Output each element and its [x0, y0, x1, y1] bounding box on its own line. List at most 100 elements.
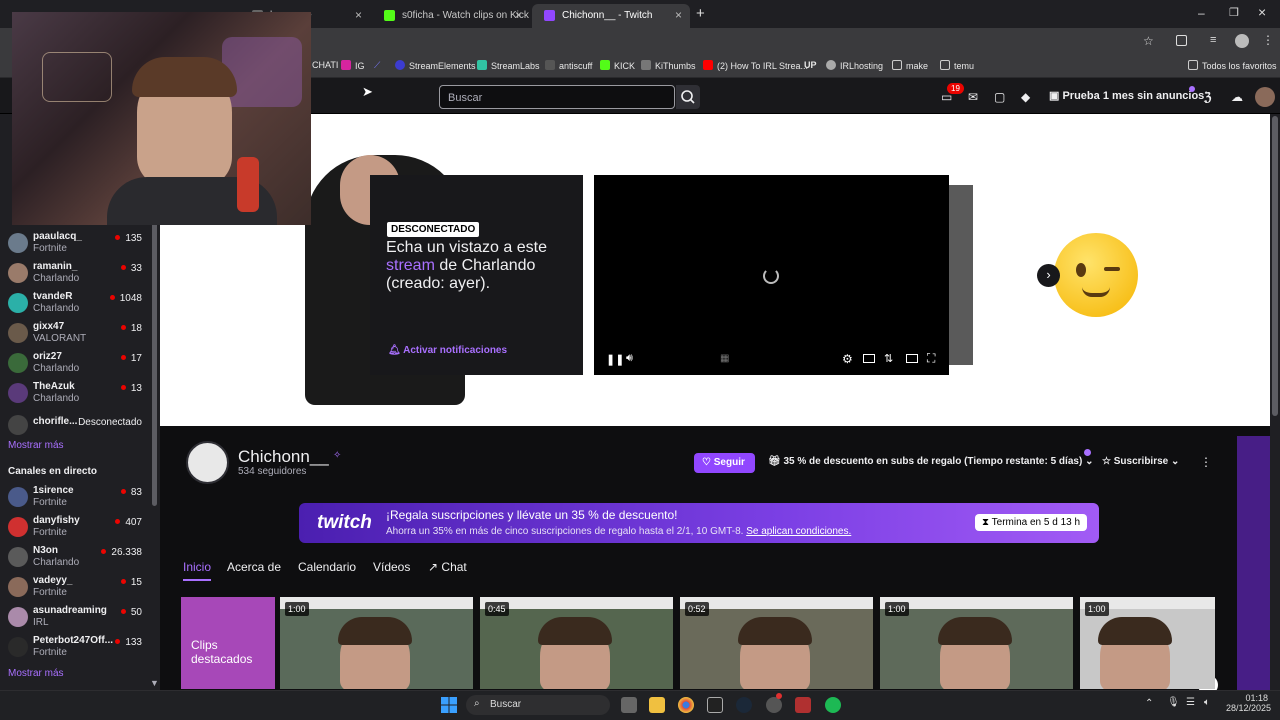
show-more-live[interactable]: Mostrar más: [8, 668, 64, 679]
clip-card[interactable]: 0:52: [680, 597, 873, 689]
clip-icon[interactable]: ⇅: [884, 352, 893, 365]
bookmark-youtube[interactable]: (2) How To IRL Strea...: [703, 60, 808, 71]
browser-tab-twitch[interactable]: Chichonn__ - Twitch ×: [532, 4, 690, 28]
search-button[interactable]: [676, 85, 700, 109]
bookmark-streamlabs[interactable]: StreamLabs: [477, 60, 540, 71]
live-dot: [109, 295, 115, 300]
all-favorites[interactable]: Todos los favoritos: [1188, 60, 1277, 71]
sidebar-channel[interactable]: N3on Charlando 26.338: [0, 544, 150, 574]
streamlabs-app-icon[interactable]: [795, 697, 811, 713]
spotify-icon[interactable]: [825, 697, 841, 713]
sidebar-offline-channel[interactable]: chorifle... Desconectado: [0, 412, 150, 442]
search-input[interactable]: Buscar: [439, 85, 675, 109]
video-player[interactable]: ❚❚ 🔊︎ ▦ ⚙ ⇅ ⛶: [594, 175, 949, 375]
whispers-icon[interactable]: ✉: [968, 90, 978, 104]
bookmark-kick[interactable]: KICK: [600, 60, 635, 71]
channel-name: oriz27: [33, 351, 62, 362]
obs-icon[interactable]: [766, 697, 782, 713]
file-explorer-icon[interactable]: [649, 697, 665, 713]
enable-notifications-button[interactable]: 🔔︎ Activar notificaciones: [388, 345, 507, 356]
channel-avatar[interactable]: [186, 441, 229, 484]
bookmark-ig[interactable]: IG: [341, 60, 365, 71]
bits-icon[interactable]: ◆: [1021, 90, 1030, 104]
microphone-icon[interactable]: 🎙︎: [1167, 697, 1180, 708]
promo-terms-link[interactable]: Se aplican condiciones.: [746, 526, 851, 537]
more-options-icon[interactable]: ⋮: [1200, 455, 1212, 469]
epic-games-icon[interactable]: [707, 697, 723, 713]
pause-icon[interactable]: ❚❚: [606, 353, 624, 366]
new-tab-icon[interactable]: +: [696, 5, 705, 22]
close-tab-icon[interactable]: ×: [515, 8, 522, 22]
bookmark-folder-temu[interactable]: temu: [940, 60, 974, 71]
bookmark-kithumbs[interactable]: KiThumbs: [641, 60, 696, 71]
sidebar-channel[interactable]: asunadreaming IRL 50: [0, 604, 150, 634]
page-scrollbar-thumb[interactable]: [1272, 116, 1278, 416]
maximize-icon[interactable]: ❐: [1229, 6, 1239, 19]
bookmark-chati[interactable]: CHATI: [312, 60, 338, 70]
chat-bubble-icon[interactable]: ▢: [994, 90, 1005, 104]
tab-calendario[interactable]: Calendario: [298, 560, 356, 574]
task-view-icon[interactable]: [621, 697, 637, 713]
tab-inicio[interactable]: Inicio: [183, 560, 212, 581]
tab-vídeos[interactable]: Vídeos: [373, 560, 410, 574]
chrome-icon[interactable]: [678, 697, 694, 713]
fullscreen-icon[interactable]: ⛶: [927, 351, 935, 366]
stream-link[interactable]: stream: [386, 257, 435, 274]
subscribe-button[interactable]: ☆ Suscribirse ⌄: [1102, 456, 1179, 467]
tray-chevron-icon[interactable]: ⌃: [1145, 698, 1153, 709]
user-avatar[interactable]: [1255, 87, 1275, 107]
clip-card[interactable]: 0:45: [480, 597, 673, 689]
tab-acerca-de[interactable]: Acerca de: [227, 560, 281, 574]
profile-avatar[interactable]: [1235, 34, 1249, 48]
channel-name[interactable]: Chichonn__: [238, 447, 329, 467]
browser-tab-kick[interactable]: s0ficha - Watch clips on Kick ×: [372, 4, 530, 28]
chart-icon[interactable]: ⟋: [374, 60, 380, 71]
gift-subs-button[interactable]: 🎁︎ 35 % de descuento en subs de regalo (…: [768, 456, 1093, 467]
close-tab-icon[interactable]: ×: [355, 8, 362, 22]
settings-gear-icon[interactable]: ⚙: [842, 352, 853, 366]
channel-category: Charlando: [33, 303, 80, 314]
close-window-icon[interactable]: ×: [1258, 4, 1266, 20]
volume-icon[interactable]: 🔊︎: [626, 352, 633, 365]
star-icon[interactable]: ☆: [1143, 34, 1154, 48]
windows-start-icon[interactable]: [441, 697, 457, 718]
sidebar-channel[interactable]: oriz27 Charlando 17: [0, 350, 150, 380]
bookmark-folder-make[interactable]: make: [892, 60, 928, 71]
clip-card[interactable]: 1:00: [880, 597, 1073, 689]
clock[interactable]: 01:18 28/12/2025: [1226, 693, 1271, 713]
clip-card[interactable]: 1:00: [280, 597, 473, 689]
reading-list-icon[interactable]: ≡: [1210, 34, 1216, 46]
minimize-icon[interactable]: –: [1198, 6, 1205, 20]
steam-icon[interactable]: [736, 697, 752, 713]
bookmark-antiscuff[interactable]: antiscuff: [545, 60, 592, 71]
sidebar-channel[interactable]: paaulacq_ Fortnite 135: [0, 230, 150, 260]
volume-slider-icon[interactable]: ▦: [720, 353, 729, 364]
sidebar-channel[interactable]: ramanin_ Charlando 33: [0, 260, 150, 290]
speaker-icon[interactable]: 🔈︎: [1204, 697, 1210, 708]
sidebar-channel[interactable]: gixx47 VALORANT 18: [0, 320, 150, 350]
close-tab-icon[interactable]: ×: [675, 8, 682, 22]
sidebar-channel[interactable]: tvandeR Charlando 1048: [0, 290, 150, 320]
theater-mode-icon[interactable]: [863, 354, 875, 363]
translate-icon[interactable]: ℨ: [1204, 90, 1211, 104]
sidebar-channel[interactable]: danyfishy Fortnite 407: [0, 514, 150, 544]
bookmark-streamelements[interactable]: StreamElements: [395, 60, 476, 71]
tab-chat[interactable]: ↗ Chat: [428, 560, 467, 574]
clip-card[interactable]: 1:00: [1080, 597, 1215, 689]
sidebar-channel[interactable]: Peterbot247Off... Fortnite 133: [0, 634, 150, 664]
scroll-down-icon[interactable]: ▼: [150, 678, 159, 688]
menu-kebab-icon[interactable]: ⋮: [1262, 33, 1274, 47]
follow-button[interactable]: ♡ Seguir: [694, 453, 755, 473]
sidebar-channel[interactable]: TheAzuk Charlando 13: [0, 380, 150, 410]
carousel-next-button[interactable]: ›: [1037, 264, 1060, 287]
taskbar-search[interactable]: ⌕ Buscar: [466, 695, 610, 715]
cloud-icon[interactable]: ☁: [1231, 90, 1243, 104]
prime-offer-button[interactable]: ▣ Prueba 1 mes sin anuncios: [1049, 89, 1204, 102]
sidebar-channel[interactable]: vadeyy_ Fortnite 15: [0, 574, 150, 604]
popout-icon[interactable]: [906, 354, 918, 363]
bookmark-irlhosting[interactable]: IRLhosting: [826, 60, 883, 71]
wifi-icon[interactable]: ☰: [1186, 697, 1195, 708]
bookmark-up[interactable]: UP: [804, 60, 817, 70]
extensions-icon[interactable]: [1176, 35, 1187, 46]
sidebar-channel[interactable]: 1sirence Fortnite 83: [0, 484, 150, 514]
